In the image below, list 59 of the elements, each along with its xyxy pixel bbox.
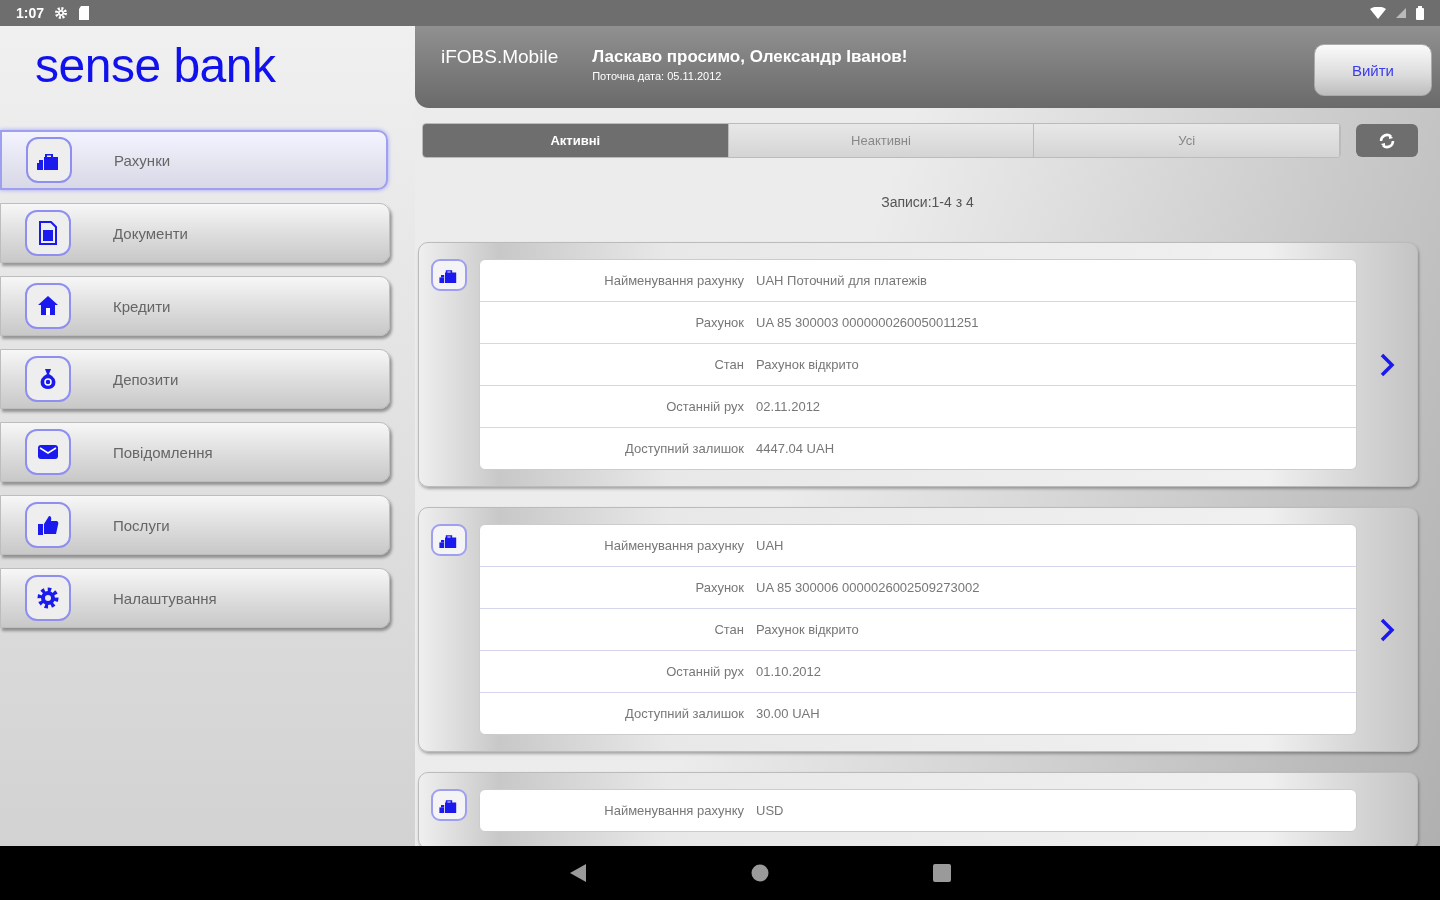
status-time: 1:07 [16, 5, 45, 21]
tab[interactable]: Неактивні [728, 124, 1035, 157]
signal-icon [1396, 8, 1406, 18]
records-count: Записи:1-4 з 4 [880, 194, 975, 210]
field-label: Стан [713, 622, 745, 637]
field-label: Найменування рахунку [603, 538, 745, 553]
sidebar-item[interactable]: Рахунки [0, 130, 388, 190]
envelope-icon [38, 445, 58, 459]
field-label: Стан [713, 357, 745, 372]
account-card[interactable]: Найменування рахунку USD [418, 772, 1418, 846]
settings-icon [36, 586, 60, 610]
field-value: UA 85 300003 0000000260050011251 [756, 315, 979, 330]
field-label: Доступний залишок [623, 441, 745, 456]
field-value: UAH [756, 538, 784, 553]
field-value: UA 85 300006 0000026002509273002 [756, 580, 980, 595]
field-label: Останній рух [665, 664, 745, 679]
field-label: Найменування рахунку [603, 273, 745, 288]
thumbs-up-icon [37, 514, 59, 536]
field-label: Рахунок [694, 315, 745, 330]
tab[interactable]: Активні [423, 124, 729, 157]
current-date: Поточна дата: 05.11.2012 [592, 70, 723, 82]
sidebar-item[interactable]: Кредити [0, 276, 390, 336]
tab[interactable]: Усі [1034, 124, 1340, 157]
refresh-icon [1378, 131, 1396, 150]
field-label: Доступний залишок [623, 706, 745, 721]
field-label: Найменування рахунку [603, 803, 745, 818]
account-card[interactable]: Найменування рахунку UAH Рахунок UA 85 300006 0000026002509273002 Стан Рахунок відкрито Останній рух 01.10.2012 Доступний залишок 30.00 UAH [418, 507, 1418, 752]
wifi-icon [1370, 7, 1386, 19]
sd-card-icon [78, 6, 91, 20]
field-value: 02.11.2012 [756, 399, 821, 414]
chevron-right-icon[interactable] [1379, 616, 1395, 643]
refresh-button[interactable] [1356, 124, 1418, 157]
sidebar-item[interactable]: Документи [0, 203, 390, 263]
app-name: iFOBS.Mobile [441, 46, 559, 68]
document-icon [38, 221, 58, 245]
field-label: Рахунок [694, 580, 745, 595]
field-value: Рахунок відкрито [756, 622, 859, 637]
battery-icon [1416, 6, 1424, 20]
sidebar-item[interactable]: Депозити [0, 349, 390, 409]
chevron-right-icon[interactable] [1379, 351, 1395, 378]
gear-icon [54, 6, 69, 20]
field-value: Рахунок відкрито [756, 357, 859, 372]
field-value: 01.10.2012 [756, 664, 822, 679]
home-icon[interactable] [751, 864, 769, 882]
sidebar-item[interactable]: Послуги [0, 495, 390, 555]
field-value: 30.00 UAH [756, 706, 820, 721]
sidebar-item[interactable]: Налаштування [0, 568, 390, 628]
account-card[interactable]: Найменування рахунку UAH Поточний для платежів Рахунок UA 85 300003 0000000260050011251 Стан Рахунок відкрито Останній рух 02.11.2012 Доступний залишок 4447.04 UAH [418, 242, 1418, 487]
logout-button[interactable]: Вийти [1314, 44, 1432, 96]
moneybag-icon [39, 368, 57, 390]
greeting: Ласкаво просимо, Олександр Іванов! [592, 47, 909, 67]
field-value: 4447.04 UAH [756, 441, 835, 456]
sidebar-item[interactable]: Повідомлення [0, 422, 390, 482]
field-label: Останній рух [665, 399, 745, 414]
logo: sense bank [34, 38, 277, 94]
house-icon [37, 295, 59, 317]
field-value: USD [756, 803, 784, 818]
field-value: UAH Поточний для платежів [756, 273, 927, 288]
back-icon[interactable] [569, 863, 587, 883]
